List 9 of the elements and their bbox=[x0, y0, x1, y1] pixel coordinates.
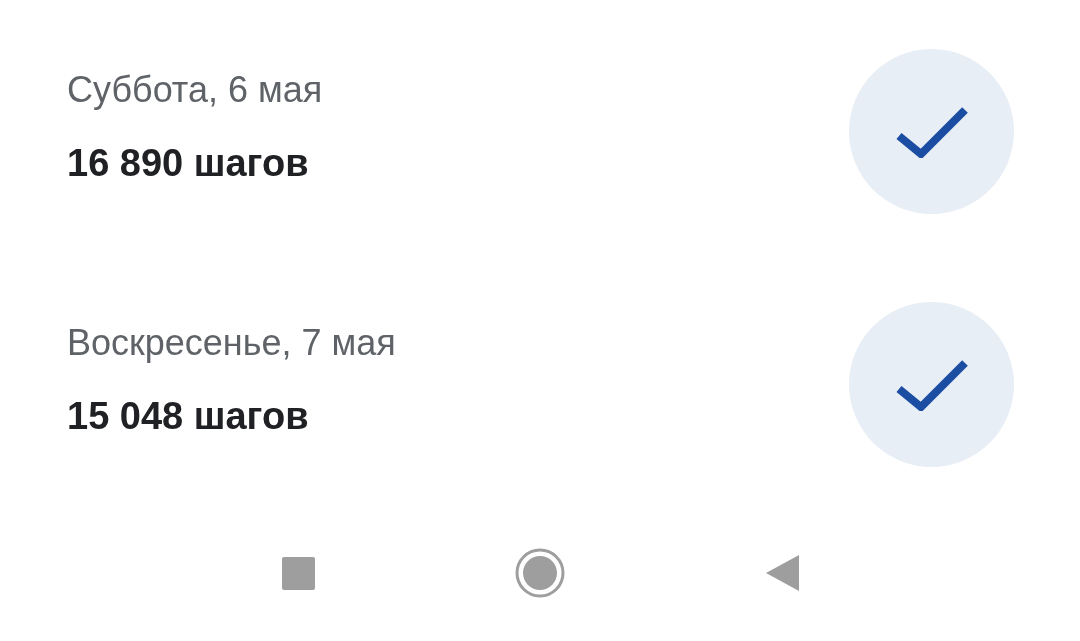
step-count: 16 890 шагов bbox=[67, 141, 309, 186]
day-date: Суббота, 6 мая bbox=[67, 68, 323, 112]
day-date: Воскресенье, 7 мая bbox=[67, 321, 396, 365]
recents-square-icon[interactable] bbox=[281, 556, 315, 590]
back-triangle-icon[interactable] bbox=[765, 555, 799, 591]
checkmark-icon bbox=[894, 105, 969, 158]
checkmark-icon bbox=[894, 358, 969, 411]
home-circle-icon[interactable] bbox=[515, 548, 565, 598]
step-count: 15 048 шагов bbox=[67, 394, 309, 439]
